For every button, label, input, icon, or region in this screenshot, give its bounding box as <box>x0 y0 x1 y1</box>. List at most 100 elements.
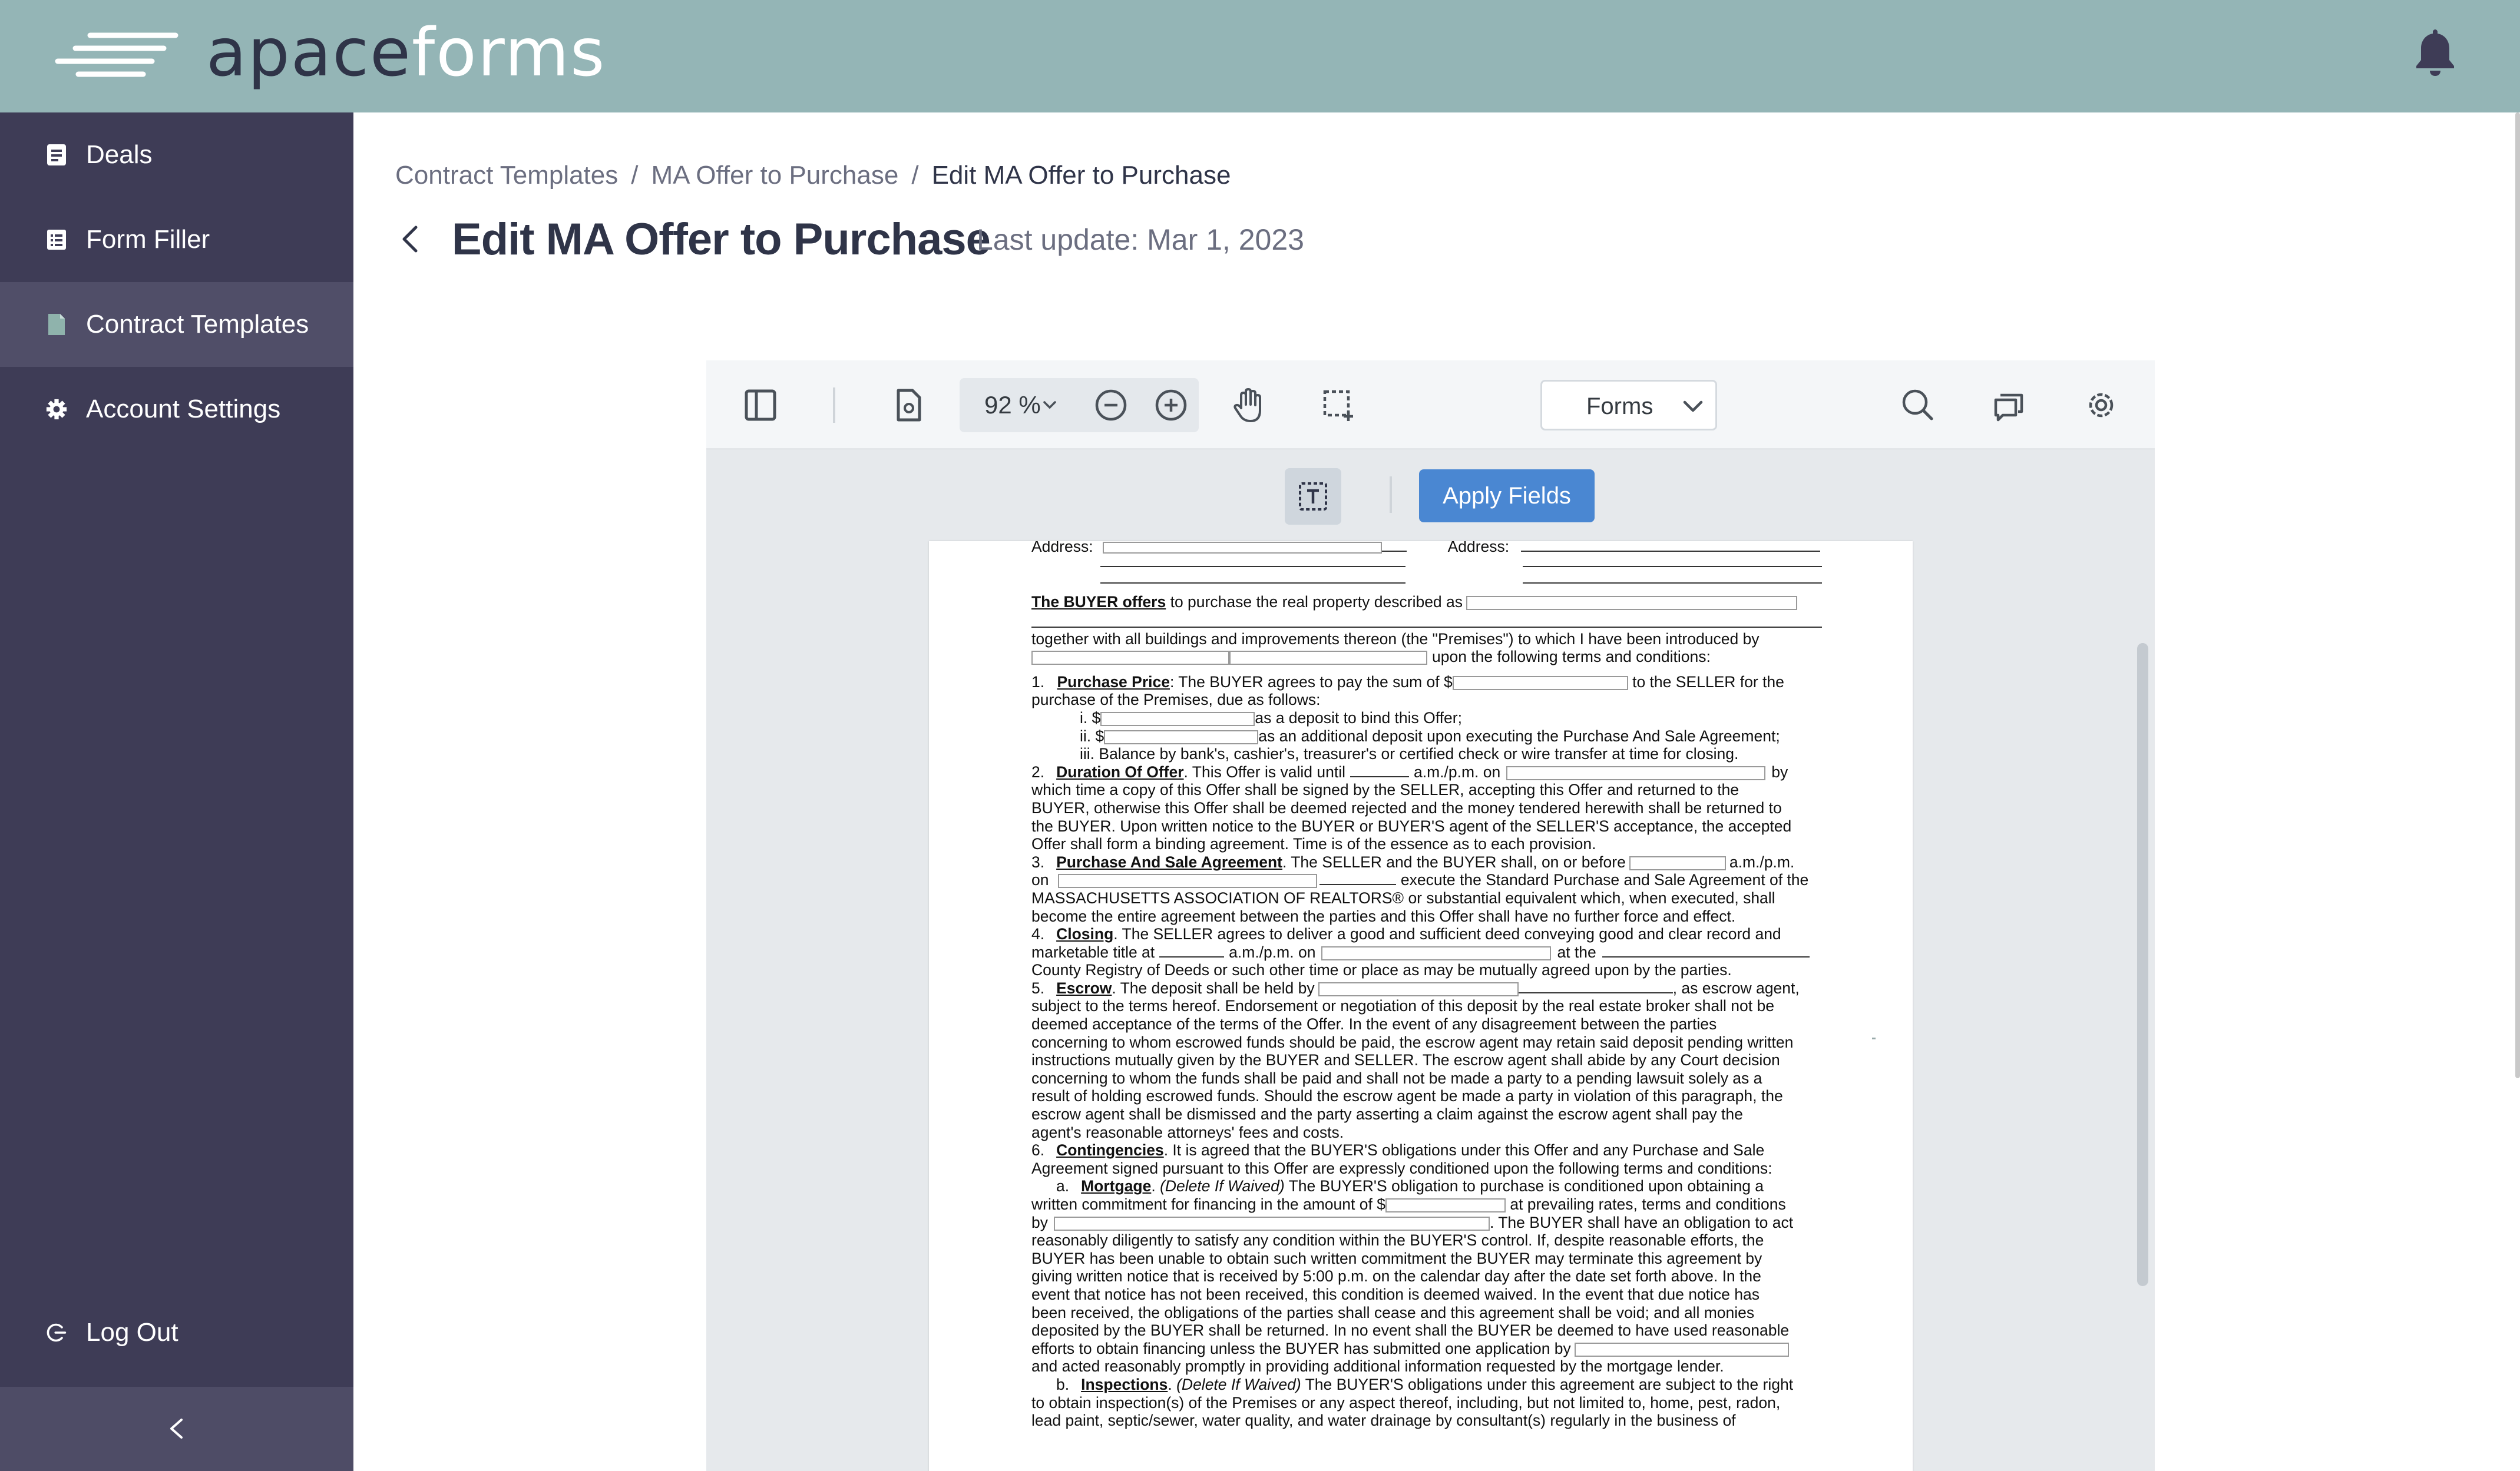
property-field[interactable] <box>1466 596 1798 610</box>
application-date-field[interactable] <box>1574 1342 1789 1357</box>
additional-deposit-field[interactable] <box>1104 730 1259 744</box>
doc-blank <box>1350 767 1409 777</box>
doc-italic: (Delete If Waived) <box>1160 1177 1285 1195</box>
doc-text: marketable title at <box>1031 943 1155 961</box>
page-settings-icon[interactable] <box>888 385 929 426</box>
form-list-icon <box>47 230 66 250</box>
top-bar: apaceforms <box>0 0 2520 112</box>
file-icon <box>48 314 65 335</box>
settings-gear-icon[interactable] <box>2081 385 2122 426</box>
doc-text: Agreement signed pursuant to this Offer … <box>1031 1159 1772 1177</box>
mode-select-value: Forms <box>1586 393 1653 419</box>
doc-text: 4. <box>1031 925 1045 943</box>
page-scrollbar[interactable] <box>2515 112 2520 1078</box>
doc-text: on <box>1031 871 1049 889</box>
logo-mark-icon <box>55 32 178 77</box>
search-icon[interactable] <box>1897 385 1939 426</box>
zoom-in-icon[interactable] <box>1150 385 1192 426</box>
doc-blank <box>1523 582 1822 584</box>
address-field[interactable] <box>1102 542 1382 554</box>
document-text: Address: Address: The BUYER offers to pur… <box>1031 541 1822 1430</box>
comments-icon[interactable] <box>1989 385 2030 426</box>
toolbar-divider <box>1390 476 1392 513</box>
doc-text: . It is agreed that the BUYER'S obligati… <box>1163 1141 1765 1159</box>
sidebar-item-contract-templates[interactable]: Contract Templates <box>0 282 353 367</box>
sidebar-item-deals[interactable]: Deals <box>0 112 353 197</box>
doc-text: as an additional deposit upon executing … <box>1258 727 1780 745</box>
offer-expiry-field[interactable] <box>1506 766 1766 780</box>
doc-text: deemed acceptance of the terms of the Of… <box>1031 1015 1717 1033</box>
closing-date-field[interactable] <box>1321 946 1552 960</box>
chevron-left-icon <box>170 1419 183 1439</box>
breadcrumb-current: Edit MA Offer to Purchase <box>931 161 1231 190</box>
toggle-sidebar-icon[interactable] <box>740 385 781 426</box>
logo-text-part2: forms <box>411 15 606 91</box>
doc-text: agent's reasonable attorneys' fees and c… <box>1031 1123 1344 1141</box>
collapse-sidebar-button[interactable] <box>0 1387 353 1471</box>
breadcrumb-item[interactable]: MA Offer to Purchase <box>652 161 899 190</box>
doc-text: result of holding escrowed funds. Should… <box>1031 1087 1783 1105</box>
doc-text: a.m./p.m. on <box>1229 943 1316 961</box>
doc-bold: Mortgage <box>1081 1177 1152 1195</box>
doc-bold: Purchase And Sale Agreement <box>1056 853 1282 871</box>
doc-text: instructions mutually given by the BUYER… <box>1031 1051 1780 1069</box>
doc-text: BUYER, otherwise this Offer shall be dee… <box>1031 799 1782 817</box>
doc-text: iii. Balance by bank's, cashier's, treas… <box>1080 745 1739 763</box>
pas-date-field[interactable] <box>1058 874 1318 889</box>
breadcrumb-separator: / <box>911 161 919 190</box>
doc-blank <box>1100 566 1405 567</box>
chevron-down-icon <box>1043 401 1056 409</box>
doc-bold: The BUYER offers <box>1031 593 1166 611</box>
sidebar-item-label: Contract Templates <box>86 310 309 339</box>
doc-text: event that notice has not been received,… <box>1031 1285 1760 1303</box>
doc-text: County Registry of Deeds or such other t… <box>1031 961 1732 979</box>
purchase-price-field[interactable] <box>1452 675 1628 690</box>
pas-time-field[interactable] <box>1629 856 1726 870</box>
apply-fields-button[interactable]: Apply Fields <box>1419 469 1595 522</box>
doc-text: execute the Standard Purchase and Sale A… <box>1400 871 1809 889</box>
sidebar-item-account-settings[interactable]: Account Settings <box>0 367 353 452</box>
mortgage-amount-field[interactable] <box>1385 1198 1506 1212</box>
escrow-agent-field[interactable] <box>1318 982 1519 996</box>
doc-blank <box>1602 947 1810 958</box>
text-field-icon <box>1299 482 1327 511</box>
deposit-field[interactable] <box>1100 711 1255 726</box>
doc-text: and acted reasonably promptly in providi… <box>1031 1357 1724 1376</box>
sidebar-item-form-filler[interactable]: Form Filler <box>0 197 353 282</box>
doc-blank <box>1159 947 1225 958</box>
doc-text: which time a copy of this Offer shall be… <box>1031 781 1739 799</box>
doc-text: 2. <box>1031 763 1045 781</box>
doc-text: : The BUYER agrees to pay the sum of $ <box>1170 672 1453 691</box>
doc-text: . The BUYER shall have an obligation to … <box>1490 1213 1794 1231</box>
back-arrow-icon[interactable] <box>396 223 425 256</box>
doc-text: written commitment for financing in the … <box>1031 1195 1385 1213</box>
app-logo[interactable]: apaceforms <box>206 12 606 94</box>
text-field-tool[interactable] <box>1285 468 1341 525</box>
logout-button[interactable]: Log Out <box>0 1290 353 1375</box>
doc-text: a.m./p.m. <box>1729 853 1795 871</box>
doc-text: subject to the terms hereof. Endorsement… <box>1031 997 1774 1015</box>
doc-bold: Contingencies <box>1056 1141 1164 1159</box>
doc-text: , as escrow agent, <box>1672 979 1800 997</box>
toolbar-divider <box>833 387 835 423</box>
pan-hand-icon[interactable] <box>1228 385 1269 426</box>
doc-text: efforts to obtain financing unless the B… <box>1031 1339 1571 1357</box>
zoom-out-icon[interactable] <box>1090 385 1132 426</box>
doc-text: i. $ <box>1080 708 1101 727</box>
doc-bold: Closing <box>1056 925 1114 943</box>
doc-bold: Inspections <box>1081 1375 1168 1393</box>
notification-bell-icon[interactable] <box>2414 27 2456 77</box>
area-select-icon[interactable] <box>1318 385 1359 426</box>
viewer-scrollbar[interactable] <box>2137 643 2148 1286</box>
zoom-value: 92 % <box>984 391 1041 419</box>
mode-select[interactable]: Forms <box>1540 380 1717 430</box>
mortgage-date-field[interactable] <box>1054 1216 1490 1231</box>
breadcrumb-item[interactable]: Contract Templates <box>395 161 618 190</box>
doc-text: by <box>1031 1213 1048 1231</box>
doc-blank <box>1100 582 1405 584</box>
introduced-by-field-2[interactable] <box>1229 651 1427 665</box>
doc-text: Offer shall form a binding agreement. Ti… <box>1031 835 1596 853</box>
introduced-by-field[interactable] <box>1031 651 1229 665</box>
doc-bold: Escrow <box>1056 979 1112 997</box>
breadcrumb-separator: / <box>631 161 639 190</box>
